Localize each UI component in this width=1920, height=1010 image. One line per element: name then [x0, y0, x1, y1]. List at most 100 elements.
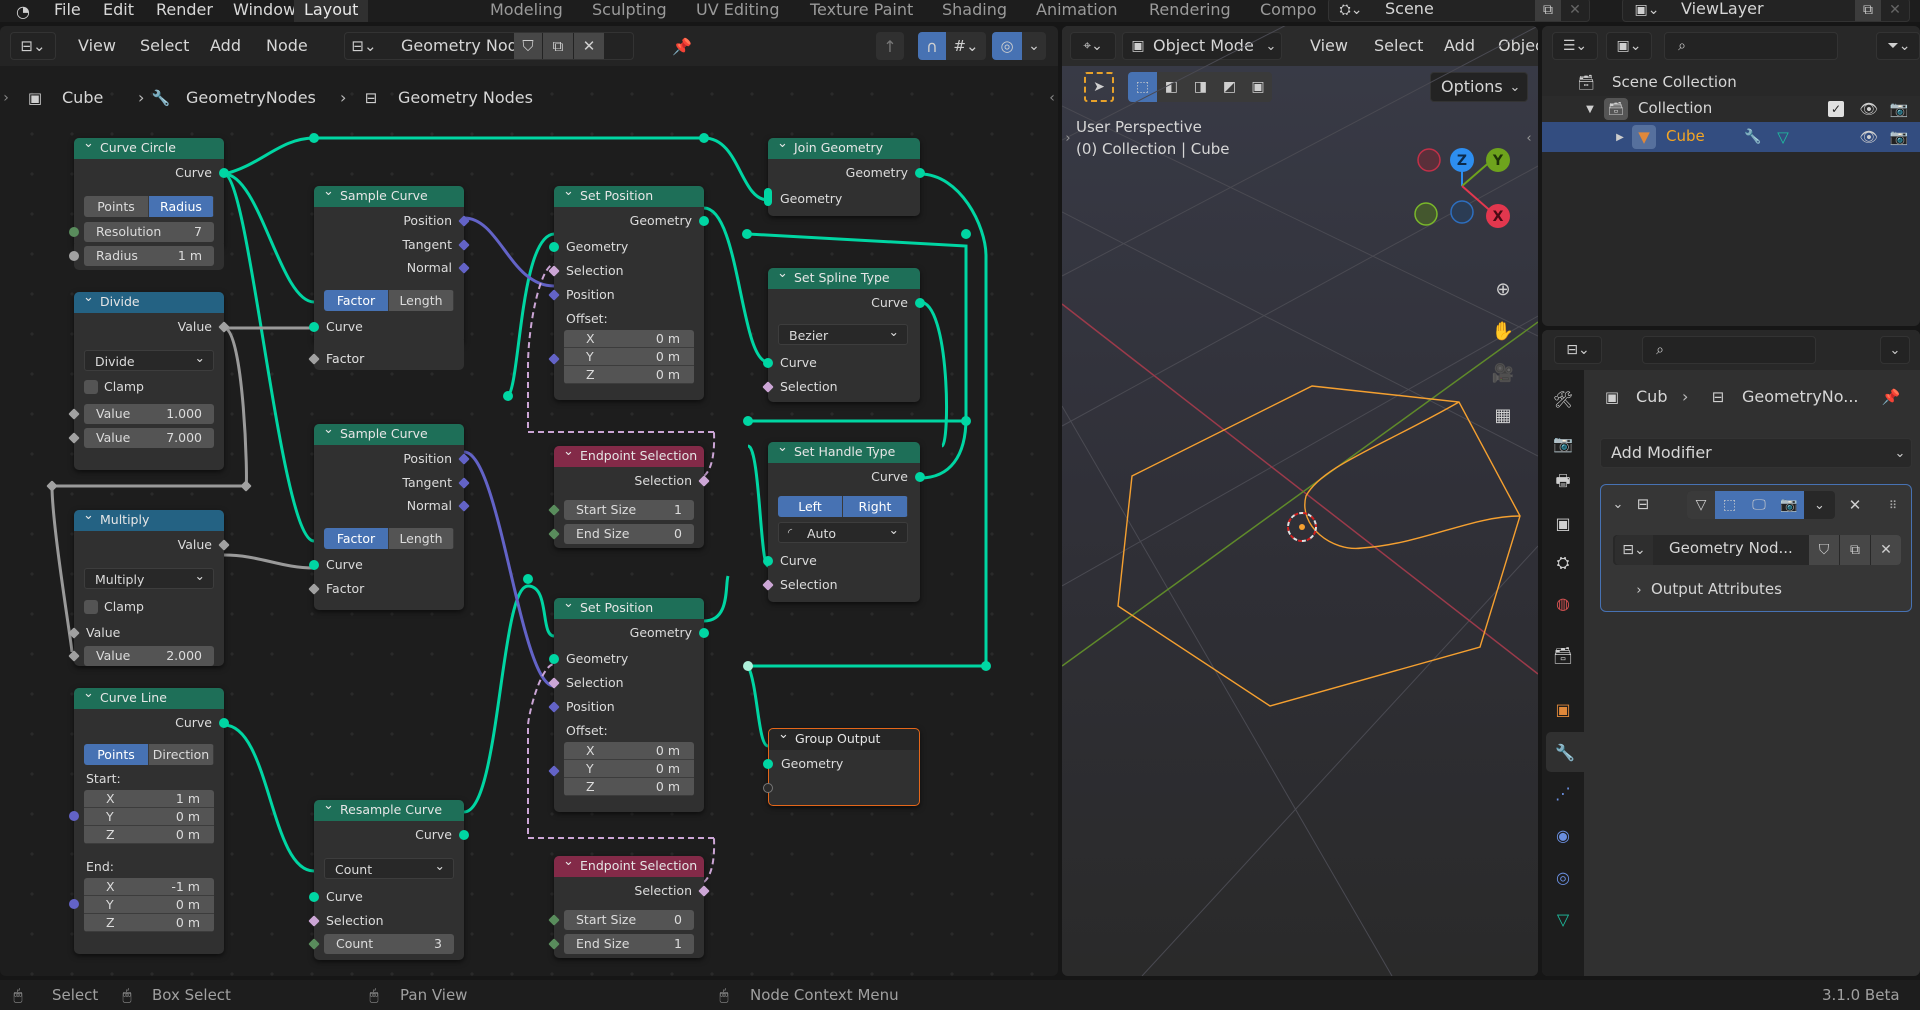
node-title[interactable]: Sample Curve — [314, 420, 464, 445]
node-resample-curve[interactable]: Resample Curve Curve Count Curve Selecti… — [308, 796, 469, 960]
mesh-data-icon[interactable]: ▽ — [1772, 122, 1794, 152]
mode-dropdown[interactable]: Count — [324, 855, 454, 879]
pin-icon[interactable]: 📌 — [1878, 384, 1904, 410]
tab-data-icon[interactable]: ▽ — [1546, 902, 1580, 936]
node-join-geometry[interactable]: Join Geometry Geometry Geometry — [764, 134, 925, 216]
node-set-handle-type[interactable]: Set Handle Type Curve Left Right Auto ◜ … — [762, 438, 925, 602]
modifier-wrench-icon[interactable]: 🔧 — [1742, 122, 1764, 152]
node-sample-curve-1[interactable]: Sample Curve Position Tangent Normal Fac… — [309, 182, 470, 344]
socket-curve-out[interactable] — [915, 472, 925, 482]
socket-empty[interactable] — [763, 783, 773, 793]
properties-editor[interactable]: ⊟⌄ ⌕ ⌄ 🛠 📷 🖶 ▣ ⛭ ◍ 🗃 ▣ 🔧 ⋰ ◉ ◎ ▽ ▣ Cub ›… — [1542, 330, 1920, 976]
tab-uv-editing[interactable]: UV Editing — [686, 0, 789, 22]
node-title[interactable]: Group Output — [769, 725, 919, 750]
outliner-row-scene-collection[interactable]: 🗃 Scene Collection — [1542, 70, 1920, 96]
node-title[interactable]: Resample Curve — [314, 796, 464, 821]
offset-y[interactable]: Y0 m — [564, 760, 694, 778]
reroute-join[interactable] — [699, 133, 709, 143]
on-cage-toggle-icon[interactable]: ⬚ — [1715, 491, 1744, 519]
tab-view-layer-icon[interactable]: ▣ — [1546, 506, 1580, 540]
value1-field[interactable]: Value 1.000 — [84, 404, 214, 424]
radius-field[interactable]: Radius 1 m — [84, 246, 214, 266]
socket-geometry-multi-in[interactable] — [764, 188, 772, 206]
menu-render[interactable]: Render — [156, 0, 213, 22]
tab-animation[interactable]: Animation — [1026, 0, 1128, 22]
node-set-spline-type[interactable]: Set Spline Type Curve Bezier Curve Selec… — [762, 264, 925, 402]
node-title[interactable]: Curve Line — [74, 684, 224, 709]
end-x[interactable]: X -1 m — [84, 878, 214, 896]
value2-field[interactable]: Value 2.000 — [84, 646, 214, 666]
node-endpoint-selection-1[interactable]: Endpoint Selection Selection Start Size 1… — [548, 442, 710, 548]
outliner-search-input[interactable]: ⌕ — [1664, 32, 1838, 60]
tab-scene-icon[interactable]: ⛭ — [1546, 546, 1580, 580]
menu-window[interactable]: Window — [233, 0, 296, 22]
modifier-menu-icon[interactable]: ⌄ — [1804, 491, 1835, 519]
mode-points[interactable]: Points — [84, 196, 149, 217]
delete-view-layer-icon[interactable]: ✕ — [1883, 0, 1907, 21]
socket-geometry-in[interactable] — [763, 759, 773, 769]
reroute-setpos-left-2[interactable] — [523, 574, 533, 584]
socket-curve-in[interactable] — [309, 892, 319, 902]
tab-layout[interactable]: Layout — [294, 0, 369, 22]
viewport-toolbar-toggle-icon[interactable]: › — [1062, 126, 1074, 150]
edit-mode-toggle-icon[interactable]: ▽ — [1687, 491, 1715, 519]
mode-factor[interactable]: Factor — [324, 290, 389, 311]
start-x[interactable]: X1 m — [84, 790, 214, 808]
node-title[interactable]: Set Spline Type — [768, 264, 920, 289]
node-endpoint-selection-2[interactable]: Endpoint Selection Selection Start Size 0… — [548, 852, 710, 958]
mode-factor[interactable]: Factor — [324, 528, 389, 549]
render-toggle-icon[interactable]: 📷 — [1774, 491, 1804, 519]
socket-geometry-in[interactable] — [549, 242, 559, 252]
socket-curve-out[interactable] — [459, 830, 469, 840]
start-z[interactable]: Z0 m — [84, 826, 214, 844]
node-title[interactable]: Endpoint Selection — [554, 852, 704, 877]
reroute-right-2[interactable] — [961, 416, 971, 426]
node-title[interactable]: Set Position — [554, 594, 704, 619]
scene-selector[interactable]: ⛭⌄ Scene ⧉ ✕ — [1328, 0, 1590, 22]
collapse-chevron-icon[interactable]: ⌄ — [1607, 491, 1629, 517]
mode-points[interactable]: Points — [84, 744, 149, 765]
reroute-output-right[interactable] — [981, 661, 991, 671]
outliner[interactable]: ☰⌄ ▣⌄ ⌕ ⏷⌄ 🗃 Scene Collection ▼ 🗃 Collec… — [1542, 26, 1920, 326]
resolution-field[interactable]: Resolution 7 — [84, 222, 214, 242]
mode-direction[interactable]: Direction — [149, 744, 214, 765]
tab-particles-icon[interactable]: ⋰ — [1546, 776, 1580, 810]
mode-toggle[interactable]: Points Radius — [84, 196, 214, 217]
viewport-sidebar-toggle-icon[interactable]: ‹ — [1522, 126, 1536, 150]
socket-geometry-out[interactable] — [699, 216, 709, 226]
properties-editor-type[interactable]: ⊟⌄ — [1554, 336, 1602, 364]
node-title[interactable]: Set Position — [554, 182, 704, 207]
tab-physics-icon[interactable]: ◉ — [1546, 818, 1580, 852]
tab-rendering[interactable]: Rendering — [1139, 0, 1241, 22]
offset-x[interactable]: X0 m — [564, 330, 694, 348]
camera-view-icon[interactable]: 🎥 — [1486, 356, 1520, 390]
view-layer-selector[interactable]: ▣⌄ ViewLayer ⧉ ✕ — [1622, 0, 1910, 22]
visibility-eye-icon[interactable]: 👁 — [1858, 122, 1880, 152]
socket-start[interactable] — [69, 811, 79, 821]
visibility-eye-icon[interactable]: 👁 — [1858, 96, 1880, 122]
socket-curve-in[interactable] — [309, 322, 319, 332]
tab-compositing[interactable]: Compo — [1250, 0, 1326, 22]
tab-object-icon[interactable]: ▣ — [1546, 692, 1580, 726]
socket-geometry-in[interactable] — [549, 654, 559, 664]
socket-curve-in[interactable] — [763, 358, 773, 368]
end-z[interactable]: Z0 m — [84, 914, 214, 932]
navigation-gizmo[interactable]: Z Y X — [1402, 146, 1522, 256]
reroute-geo-mid[interactable] — [742, 229, 752, 239]
fake-user-shield-icon[interactable]: ⛉ — [1809, 535, 1839, 565]
node-editor[interactable]: ⊟⌄ View Select Add Node ⊟⌄ Geometry Node… — [0, 26, 1058, 976]
tab-render-icon[interactable]: 📷 — [1546, 426, 1580, 460]
reroute-output[interactable] — [743, 661, 753, 671]
unlink-node-group-icon[interactable]: ✕ — [1871, 535, 1901, 565]
reroute-top[interactable] — [309, 133, 319, 143]
expand-chevron-icon[interactable]: › — [1631, 577, 1647, 603]
outliner-row-collection[interactable]: ▼ 🗃 Collection ✓ 👁 📷 — [1542, 96, 1920, 122]
offset-x[interactable]: X0 m — [564, 742, 694, 760]
start-size-field[interactable]: Start Size 1 — [564, 500, 694, 520]
end-size-field[interactable]: End Size 1 — [564, 934, 694, 954]
outliner-row-cube[interactable]: ▶ ▼ Cube 🔧 ▽ 👁 📷 — [1542, 122, 1920, 152]
tab-world-icon[interactable]: ◍ — [1546, 586, 1580, 620]
filter-view-layer-dropdown[interactable]: ▣⌄ — [1606, 32, 1652, 60]
menu-edit[interactable]: Edit — [103, 0, 134, 22]
end-y[interactable]: Y0 m — [84, 896, 214, 914]
